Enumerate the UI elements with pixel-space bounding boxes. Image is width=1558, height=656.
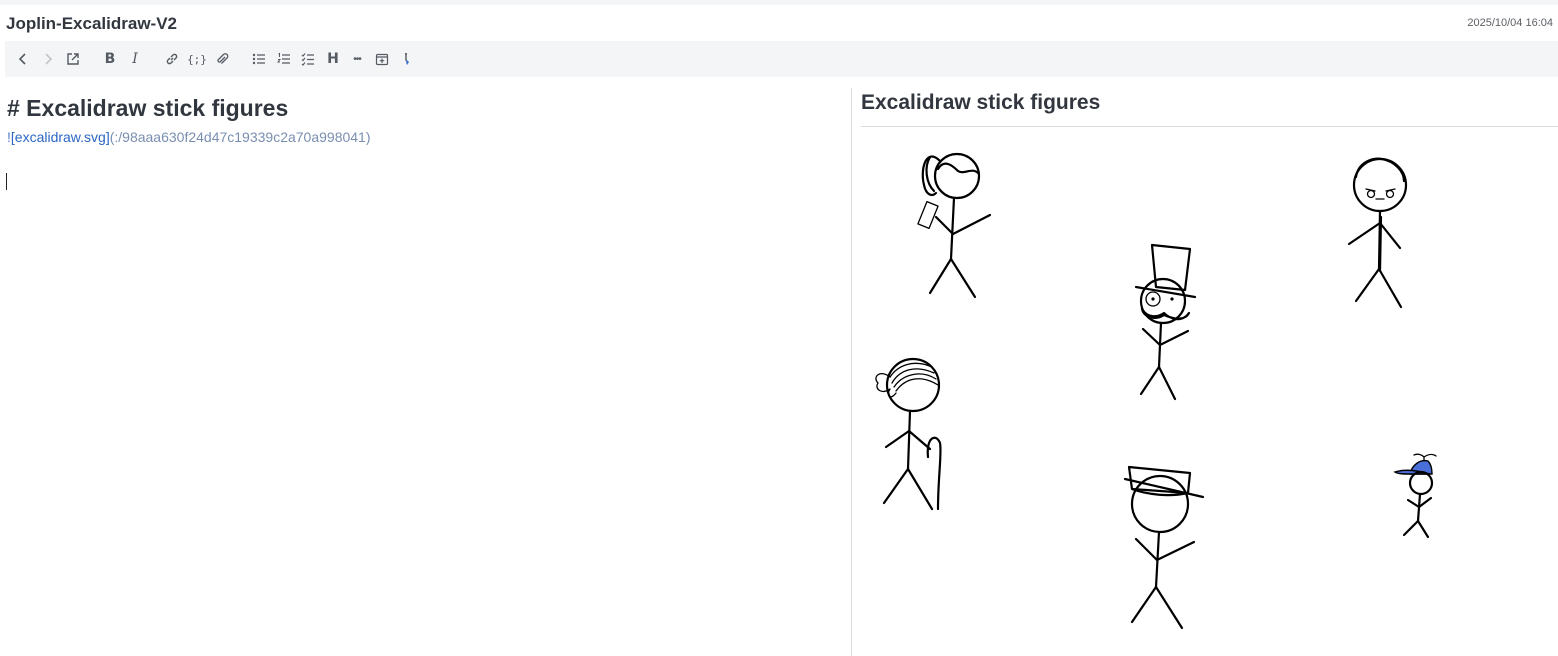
numbered-list-button[interactable] xyxy=(274,49,294,69)
note-title[interactable]: Joplin-Excalidraw-V2 xyxy=(6,14,177,34)
editor-image-link-line[interactable]: ![excalidraw.svg](:/98aaa630f24d47c19339… xyxy=(7,129,371,145)
image-link-url: (:/98aaa630f24d47c19339c2a70a998041) xyxy=(109,129,371,145)
ponytail-phone-figure xyxy=(917,152,992,299)
horizontal-rule-button[interactable]: ••• xyxy=(347,49,367,69)
italic-button[interactable]: I xyxy=(125,49,145,69)
attach-button[interactable] xyxy=(212,49,232,69)
markdown-viewer: Excalidraw stick figures xyxy=(852,77,1558,656)
excalidraw-drawing[interactable] xyxy=(852,77,1558,656)
chevron-left-icon xyxy=(18,53,26,65)
hat-figure xyxy=(1123,465,1205,630)
markdown-editor[interactable]: # Excalidraw stick figures ![excalidraw.… xyxy=(0,77,851,656)
numbered-list-icon xyxy=(277,52,290,64)
note-title-bar: Joplin-Excalidraw-V2 2025/10/04 16:04 xyxy=(0,5,1558,41)
back-button[interactable] xyxy=(13,49,33,69)
text-cursor xyxy=(6,173,7,190)
checklist-button[interactable] xyxy=(298,49,318,69)
note-date: 2025/10/04 16:04 xyxy=(1467,17,1553,29)
external-edit-button[interactable] xyxy=(63,49,83,69)
tired-eyes-figure xyxy=(1347,157,1408,309)
code-button[interactable]: {;} xyxy=(187,49,207,69)
editor-toolbar: B I {;} H ••• xyxy=(5,41,1558,77)
checklist-icon xyxy=(301,53,314,66)
insert-datetime-button[interactable] xyxy=(372,49,392,69)
paperclip-icon xyxy=(217,53,229,64)
spellcheck-icon xyxy=(405,53,409,65)
bullet-list-button[interactable] xyxy=(249,49,269,69)
forward-button[interactable] xyxy=(38,49,58,69)
external-link-icon xyxy=(67,53,79,65)
bullet-list-icon xyxy=(252,53,265,65)
bun-hair-cane-figure xyxy=(875,357,942,511)
image-link-text: [excalidraw.svg] xyxy=(10,129,110,145)
top-hat-monocle-figure xyxy=(1134,243,1197,401)
propeller-cap-figure xyxy=(1393,453,1437,539)
bold-button[interactable]: B xyxy=(100,49,120,69)
editor-heading-line[interactable]: # Excalidraw stick figures xyxy=(7,95,288,122)
link-icon xyxy=(166,53,178,65)
spell-check-button[interactable] xyxy=(397,49,417,69)
chevron-right-icon xyxy=(45,53,53,65)
heading-button[interactable]: H xyxy=(323,49,343,69)
calendar-plus-icon xyxy=(375,53,389,66)
link-button[interactable] xyxy=(162,49,182,69)
